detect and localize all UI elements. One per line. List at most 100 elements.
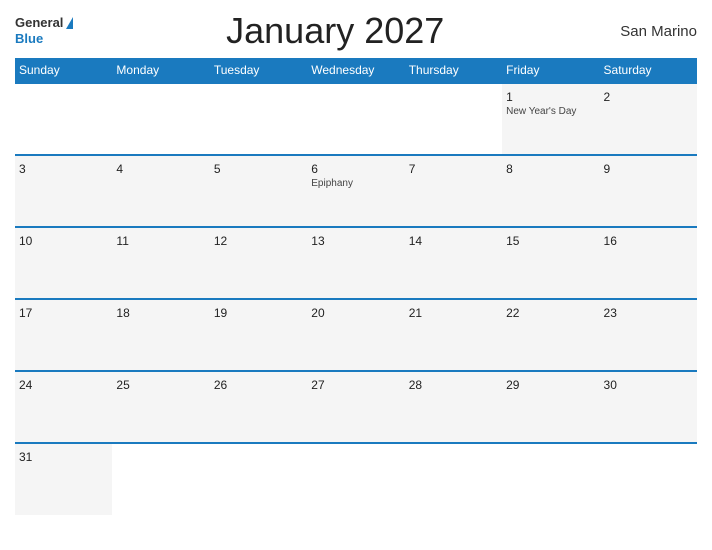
- calendar-day-cell: [112, 83, 209, 155]
- calendar-header: SundayMondayTuesdayWednesdayThursdayFrid…: [15, 58, 697, 83]
- calendar-day-cell: 24: [15, 371, 112, 443]
- day-number: 5: [214, 162, 303, 176]
- day-number: 14: [409, 234, 498, 248]
- event-label: Epiphany: [311, 178, 400, 189]
- calendar-day-cell: [405, 83, 502, 155]
- day-number: 28: [409, 378, 498, 392]
- day-number: 17: [19, 306, 108, 320]
- calendar-day-cell: 1 New Year's Day: [502, 83, 599, 155]
- calendar-day-cell: [307, 443, 404, 515]
- day-number: 19: [214, 306, 303, 320]
- day-number: 11: [116, 234, 205, 248]
- weekday-header: Monday: [112, 58, 209, 83]
- calendar-day-cell: 19: [210, 299, 307, 371]
- calendar-day-cell: [210, 83, 307, 155]
- day-number: 3: [19, 162, 108, 176]
- header: General Blue January 2027 San Marino: [15, 10, 697, 52]
- weekday-header: Saturday: [600, 58, 697, 83]
- day-number: 29: [506, 378, 595, 392]
- calendar-day-cell: 20: [307, 299, 404, 371]
- day-number: 16: [604, 234, 693, 248]
- calendar-day-cell: 6 Epiphany: [307, 155, 404, 227]
- calendar-day-cell: 2: [600, 83, 697, 155]
- calendar-day-cell: 25: [112, 371, 209, 443]
- calendar-day-cell: 14: [405, 227, 502, 299]
- day-number: 7: [409, 162, 498, 176]
- calendar-day-cell: [405, 443, 502, 515]
- weekday-header: Wednesday: [307, 58, 404, 83]
- calendar-table: SundayMondayTuesdayWednesdayThursdayFrid…: [15, 58, 697, 515]
- calendar-day-cell: 18: [112, 299, 209, 371]
- day-number: 30: [604, 378, 693, 392]
- day-number: 31: [19, 450, 108, 464]
- calendar-day-cell: 23: [600, 299, 697, 371]
- day-number: 15: [506, 234, 595, 248]
- calendar-day-cell: [112, 443, 209, 515]
- country-label: San Marino: [597, 23, 697, 40]
- calendar-week-row: 3456 Epiphany 789: [15, 155, 697, 227]
- calendar-week-row: 17 18 19 20 21 22 23: [15, 299, 697, 371]
- calendar-day-cell: 30: [600, 371, 697, 443]
- calendar-day-cell: 13: [307, 227, 404, 299]
- calendar-day-cell: [600, 443, 697, 515]
- calendar-day-cell: [15, 83, 112, 155]
- logo-general-text: General: [15, 15, 63, 31]
- calendar-day-cell: 15: [502, 227, 599, 299]
- logo: General Blue: [15, 15, 73, 46]
- calendar-week-row: 10 11 12 13 14 15 16: [15, 227, 697, 299]
- day-number: 6: [311, 162, 400, 176]
- calendar-day-cell: 8: [502, 155, 599, 227]
- day-number: 22: [506, 306, 595, 320]
- day-number: 8: [506, 162, 595, 176]
- calendar-day-cell: 12: [210, 227, 307, 299]
- calendar-day-cell: 10: [15, 227, 112, 299]
- day-number: 9: [604, 162, 693, 176]
- day-number: 18: [116, 306, 205, 320]
- day-number: 25: [116, 378, 205, 392]
- day-number: 20: [311, 306, 400, 320]
- calendar-day-cell: 5: [210, 155, 307, 227]
- day-number: 23: [604, 306, 693, 320]
- calendar-day-cell: 28: [405, 371, 502, 443]
- calendar-day-cell: 26: [210, 371, 307, 443]
- day-number: 10: [19, 234, 108, 248]
- calendar-day-cell: [502, 443, 599, 515]
- calendar-day-cell: 9: [600, 155, 697, 227]
- day-number: 26: [214, 378, 303, 392]
- calendar-container: General Blue January 2027 San Marino Sun…: [0, 0, 712, 550]
- weekday-header: Friday: [502, 58, 599, 83]
- calendar-day-cell: 4: [112, 155, 209, 227]
- calendar-day-cell: 21: [405, 299, 502, 371]
- calendar-week-row: 31: [15, 443, 697, 515]
- calendar-day-cell: 27: [307, 371, 404, 443]
- calendar-day-cell: 22: [502, 299, 599, 371]
- day-number: 21: [409, 306, 498, 320]
- event-label: New Year's Day: [506, 106, 595, 117]
- day-number: 13: [311, 234, 400, 248]
- day-number: 27: [311, 378, 400, 392]
- day-number: 2: [604, 90, 693, 104]
- calendar-day-cell: 16: [600, 227, 697, 299]
- month-title: January 2027: [73, 10, 597, 52]
- calendar-week-row: 1 New Year's Day 2: [15, 83, 697, 155]
- calendar-body: 1New Year's Day23456Epiphany789101112131…: [15, 83, 697, 515]
- calendar-day-cell: 7: [405, 155, 502, 227]
- day-number: 4: [116, 162, 205, 176]
- weekday-header: Tuesday: [210, 58, 307, 83]
- calendar-day-cell: 11: [112, 227, 209, 299]
- day-number: 12: [214, 234, 303, 248]
- day-number: 1: [506, 90, 595, 104]
- day-number: 24: [19, 378, 108, 392]
- weekday-row: SundayMondayTuesdayWednesdayThursdayFrid…: [15, 58, 697, 83]
- calendar-day-cell: 31: [15, 443, 112, 515]
- calendar-week-row: 24 25 26 27 28 29 30: [15, 371, 697, 443]
- logo-triangle-icon: [66, 17, 73, 29]
- weekday-header: Thursday: [405, 58, 502, 83]
- logo-blue-text: Blue: [15, 31, 43, 47]
- calendar-day-cell: 17: [15, 299, 112, 371]
- calendar-day-cell: [307, 83, 404, 155]
- calendar-day-cell: 3: [15, 155, 112, 227]
- calendar-day-cell: [210, 443, 307, 515]
- calendar-day-cell: 29: [502, 371, 599, 443]
- weekday-header: Sunday: [15, 58, 112, 83]
